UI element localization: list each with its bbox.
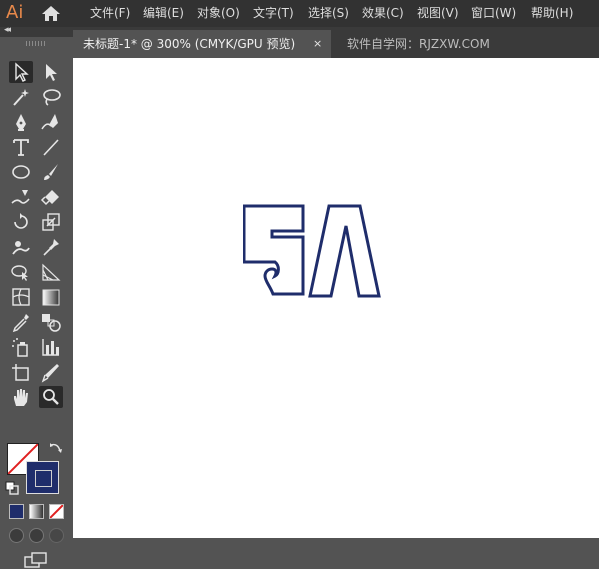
sa-outline-artwork[interactable] bbox=[243, 204, 383, 298]
screen-mode-icon[interactable] bbox=[23, 551, 49, 569]
draw-normal-button[interactable] bbox=[9, 528, 24, 543]
selection-tool-icon[interactable] bbox=[9, 61, 33, 83]
perspective-grid-tool-icon[interactable] bbox=[39, 261, 63, 283]
blend-tool-icon[interactable] bbox=[39, 311, 63, 333]
ellipse-tool-icon[interactable] bbox=[9, 161, 33, 183]
gradient-mode-button[interactable] bbox=[29, 504, 44, 519]
lasso-tool-icon[interactable] bbox=[39, 86, 63, 108]
shape-builder-tool-icon[interactable] bbox=[9, 261, 33, 283]
stroke-color-inner bbox=[35, 470, 52, 487]
menu-type[interactable]: 文字(T) bbox=[253, 0, 294, 27]
menu-bar: Ai 文件(F) 编辑(E) 对象(O) 文字(T) 选择(S) 效果(C) 视… bbox=[0, 0, 599, 27]
menu-file[interactable]: 文件(F) bbox=[90, 0, 130, 27]
line-segment-tool-icon[interactable] bbox=[39, 136, 63, 158]
default-fill-stroke-icon[interactable] bbox=[5, 481, 19, 495]
menu-select[interactable]: 选择(S) bbox=[308, 0, 349, 27]
symbol-sprayer-tool-icon[interactable] bbox=[9, 336, 33, 358]
tools-panel bbox=[0, 37, 73, 568]
free-transform-tool-icon[interactable] bbox=[39, 236, 63, 258]
none-mode-button[interactable] bbox=[49, 504, 64, 519]
document-tab-bar: 未标题-1* @ 300% (CMYK/GPU 预览) × 软件自学网：RJZX… bbox=[73, 27, 599, 58]
menu-effect[interactable]: 效果(C) bbox=[362, 0, 404, 27]
slice-tool-icon[interactable] bbox=[39, 361, 63, 383]
puppet-warp-tool-icon[interactable] bbox=[9, 236, 33, 258]
menu-window[interactable]: 窗口(W) bbox=[471, 0, 516, 27]
active-tab-label: 未标题-1* @ 300% (CMYK/GPU 预览) bbox=[83, 37, 296, 51]
curvature-tool-icon[interactable] bbox=[39, 111, 63, 133]
eyedropper-tool-icon[interactable] bbox=[9, 311, 33, 333]
panel-grip[interactable] bbox=[26, 41, 46, 46]
mesh-tool-icon[interactable] bbox=[9, 286, 33, 308]
artboard-canvas[interactable] bbox=[73, 58, 599, 538]
magic-wand-tool-icon[interactable] bbox=[9, 86, 33, 108]
column-graph-tool-icon[interactable] bbox=[39, 336, 63, 358]
rotate-tool-icon[interactable] bbox=[9, 211, 33, 233]
swap-fill-stroke-icon[interactable] bbox=[48, 440, 64, 456]
tab-inactive-document[interactable]: 软件自学网：RJZXW.COM bbox=[347, 30, 490, 58]
draw-inside-button[interactable] bbox=[49, 528, 64, 543]
collapse-panel-icon[interactable]: ◂◂ bbox=[4, 25, 11, 35]
color-mode-button[interactable] bbox=[9, 504, 24, 519]
pen-tool-icon[interactable] bbox=[9, 111, 33, 133]
menu-view[interactable]: 视图(V) bbox=[417, 0, 459, 27]
draw-behind-button[interactable] bbox=[29, 528, 44, 543]
type-tool-icon[interactable] bbox=[9, 136, 33, 158]
menu-object[interactable]: 对象(O) bbox=[197, 0, 240, 27]
stroke-color-swatch[interactable] bbox=[26, 461, 59, 494]
home-icon[interactable] bbox=[40, 4, 62, 23]
zoom-tool-icon[interactable] bbox=[39, 386, 63, 408]
artboard-tool-icon[interactable] bbox=[9, 361, 33, 383]
tab-active-document[interactable]: 未标题-1* @ 300% (CMYK/GPU 预览) × bbox=[73, 30, 331, 58]
app-logo: Ai bbox=[6, 2, 24, 23]
hand-tool-icon[interactable] bbox=[9, 386, 33, 408]
direct-selection-tool-icon[interactable] bbox=[39, 61, 63, 83]
tools-panel-header: ◂◂ bbox=[0, 25, 73, 37]
paintbrush-tool-icon[interactable] bbox=[39, 161, 63, 183]
shaper-tool-icon[interactable] bbox=[9, 186, 33, 208]
menu-edit[interactable]: 编辑(E) bbox=[143, 0, 184, 27]
scale-tool-icon[interactable] bbox=[39, 211, 63, 233]
menu-help[interactable]: 帮助(H) bbox=[531, 0, 573, 27]
close-tab-icon[interactable]: × bbox=[313, 30, 322, 58]
eraser-tool-icon[interactable] bbox=[39, 186, 63, 208]
gradient-tool-icon[interactable] bbox=[39, 286, 63, 308]
